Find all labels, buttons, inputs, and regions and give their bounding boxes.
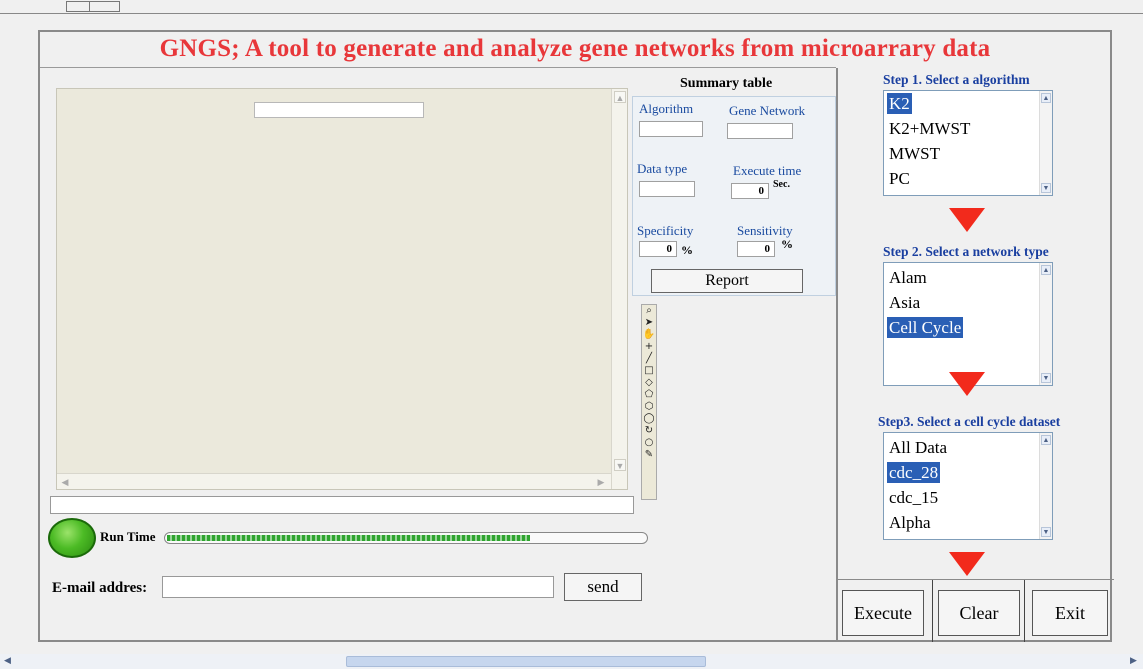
step-arrow-icon [949,208,985,232]
polygon-icon[interactable]: ⬠ [642,389,656,401]
list-item-k2-mwst[interactable]: K2+MWST [887,118,972,139]
specificity-field: 0 [639,241,677,257]
button-separator [1024,580,1025,642]
dataset-listbox[interactable]: All Data cdc_28 cdc_15 Alpha ▲ ▼ [883,432,1053,540]
email-label: E-mail addres: [52,580,148,596]
sensitivity-unit: % [781,237,793,251]
list-item-k2[interactable]: K2 [887,93,912,114]
app-title: GNGS; A tool to generate and analyze gen… [159,35,991,62]
run-status-indicator [48,518,96,558]
data-type-field [639,181,695,197]
dataset-list-scrollbar[interactable]: ▲ ▼ [1039,433,1052,539]
step-arrow-icon [949,552,985,576]
execute-button[interactable]: Execute [842,590,924,636]
network-type-listbox[interactable]: Alam Asia Cell Cycle ▲ ▼ [883,262,1053,386]
send-button[interactable]: send [564,573,642,601]
run-time-label: Run Time [100,529,156,544]
title-divider [40,67,836,68]
list-item-alpha[interactable]: Alpha [887,512,933,533]
execute-time-unit: Sec. [773,179,790,190]
diamond-icon[interactable]: ◇ [642,377,656,389]
page-horizontal-scrollbar[interactable]: ◀ ▶ [0,654,1143,669]
crosshair-icon[interactable]: + [642,341,656,353]
step3-title: Step3. Select a cell cycle dataset [878,414,1061,429]
rectangle-icon[interactable]: □ [642,365,656,377]
chevron-down-icon[interactable]: ▼ [1041,183,1051,193]
control-panel: Step 1. Select a algorithm K2 K2+MWST MW… [836,68,1114,642]
scroll-right-icon[interactable]: ▶ [595,476,607,488]
scroll-down-icon[interactable]: ▼ [614,459,626,471]
network-type-list-scrollbar[interactable]: ▲ ▼ [1039,263,1052,385]
summary-title: Summary table [680,76,773,91]
zoom-icon[interactable]: ⌕ [642,305,656,317]
list-item-cell-cycle[interactable]: Cell Cycle [887,317,964,338]
plot-tools-toolbar: ⌕ ➤ ✋ + ╱ □ ◇ ⬠ ⬡ ◯ ↻ ○ ✎ [641,304,657,500]
step-arrow-icon [949,372,985,396]
chevron-down-icon[interactable]: ▼ [1041,373,1051,383]
scrollbar-thumb[interactable] [346,656,706,667]
button-separator [932,580,933,642]
scroll-right-icon[interactable]: ▶ [1130,655,1137,666]
pan-hand-icon[interactable]: ✋ [642,329,656,341]
chevron-down-icon[interactable]: ▼ [1041,527,1051,537]
mini-window-controls[interactable] [66,1,120,12]
plot-vertical-scrollbar[interactable]: ▲ ▼ [611,89,627,489]
data-cursor-icon[interactable]: ✎ [642,449,656,461]
sensitivity-field: 0 [737,241,775,257]
algorithm-label: Algorithm [639,101,694,116]
scroll-left-icon[interactable]: ◀ [59,476,71,488]
button-row-divider [838,579,1114,580]
freeform-icon[interactable]: ⬡ [642,401,656,413]
report-button[interactable]: Report [651,269,803,293]
list-item-cdc-28[interactable]: cdc_28 [887,462,941,483]
step1-title: Step 1. Select a algorithm [883,72,1030,87]
main-window: GNGS; A tool to generate and analyze gen… [38,30,1114,642]
algorithm-field [639,121,703,137]
scroll-left-icon[interactable]: ◀ [4,655,11,666]
list-item-asia[interactable]: Asia [887,292,922,313]
progress-fill [167,535,530,541]
step2-title: Step 2. Select a network type [883,244,1049,259]
circle-icon[interactable]: ○ [642,437,656,449]
chevron-up-icon[interactable]: ▲ [1041,93,1051,103]
gene-network-field [727,123,793,139]
clear-button[interactable]: Clear [938,590,1020,636]
network-plot-area[interactable]: ▲ ▼ ◀ ▶ [56,88,628,490]
line-icon[interactable]: ╱ [642,353,656,365]
list-item-all-data[interactable]: All Data [887,437,949,458]
list-item-alam[interactable]: Alam [887,267,929,288]
specificity-label: Specificity [637,223,694,238]
status-message-field[interactable] [50,496,634,514]
algorithm-listbox[interactable]: K2 K2+MWST MWST PC ▲ ▼ [883,90,1053,196]
algorithm-list-scrollbar[interactable]: ▲ ▼ [1039,91,1052,195]
data-type-label: Data type [637,161,688,176]
lasso-icon[interactable]: ◯ [642,413,656,425]
plot-title-field[interactable] [254,102,424,118]
chevron-up-icon[interactable]: ▲ [1041,265,1051,275]
summary-table: Algorithm Gene Network Data type Execute… [632,96,836,296]
list-item-mwst[interactable]: MWST [887,143,942,164]
list-item-cdc-15[interactable]: cdc_15 [887,487,940,508]
top-toolbar-strip [0,0,1143,14]
summary-panel: Summary table Algorithm Gene Network Dat… [628,72,836,296]
exit-button[interactable]: Exit [1032,590,1108,636]
email-input[interactable] [162,576,554,598]
specificity-unit: % [681,243,693,257]
list-item-pc[interactable]: PC [887,168,912,189]
execute-time-field: 0 [731,183,769,199]
rotate-icon[interactable]: ↻ [642,425,656,437]
plot-horizontal-scrollbar[interactable]: ◀ ▶ [57,473,611,489]
run-time-progress-bar [164,532,648,544]
pointer-icon[interactable]: ➤ [642,317,656,329]
execute-time-label: Execute time [733,163,802,178]
scroll-up-icon[interactable]: ▲ [614,91,626,103]
chevron-up-icon[interactable]: ▲ [1041,435,1051,445]
gene-network-label: Gene Network [729,103,806,118]
